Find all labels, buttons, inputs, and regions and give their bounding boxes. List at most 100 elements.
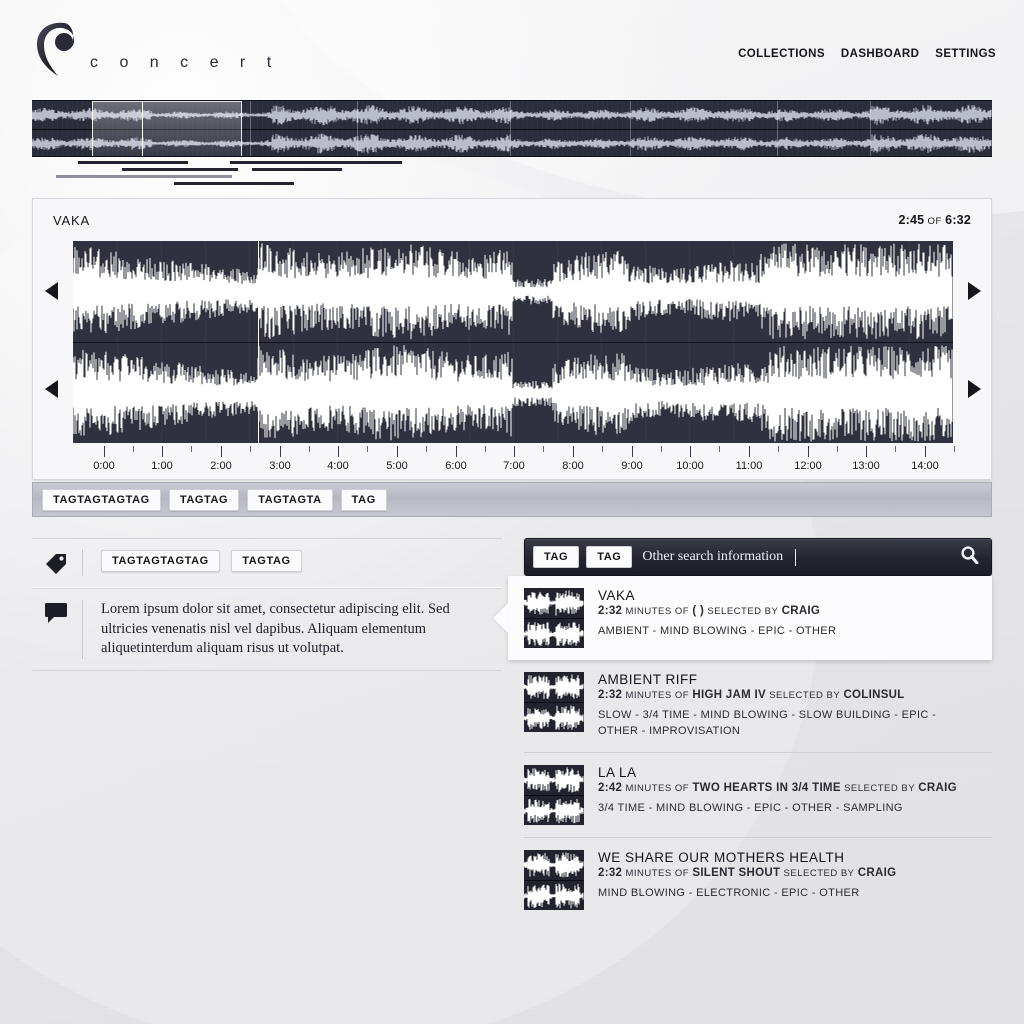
thumbnail-channel [524, 879, 584, 910]
result-title[interactable]: WE SHARE OUR MOTHERS HEALTH [598, 850, 978, 865]
thumbnail-channel [524, 794, 584, 825]
result-title[interactable]: LA LA [598, 765, 978, 780]
nav-collections[interactable]: COLLECTIONS [738, 48, 825, 60]
search-bar[interactable]: TAG TAG Other search information [524, 538, 992, 576]
bass-clef-icon [32, 18, 84, 80]
result-row[interactable]: WE SHARE OUR MOTHERS HEALTH 2:32 MINUTES … [524, 838, 992, 922]
result-tags: SLOW - 3/4 TIME - MIND BLOWING - SLOW BU… [598, 709, 937, 737]
tag-chip[interactable]: TAGTAGTA [247, 488, 333, 511]
prev-page-arrow-bottom[interactable] [45, 380, 58, 398]
result-tags: MIND BLOWING - ELECTRONIC - EPIC - OTHER [598, 886, 860, 899]
result-waveform-thumbnail[interactable] [524, 764, 584, 825]
ruler-tick-label: 9:00 [621, 460, 643, 472]
nav-settings[interactable]: SETTINGS [935, 48, 996, 60]
marker-bar[interactable] [252, 168, 342, 171]
result-body: WE SHARE OUR MOTHERS HEALTH 2:32 MINUTES … [598, 850, 978, 910]
playhead[interactable] [258, 241, 259, 444]
thumbnail-channel [524, 702, 584, 732]
search-input[interactable]: Other search information [642, 549, 783, 565]
result-title[interactable]: AMBIENT RIFF [598, 672, 978, 687]
next-page-arrow-bottom[interactable] [968, 380, 981, 398]
ruler-tick-major [104, 446, 105, 457]
result-selected-by-label: SELECTED BY [707, 606, 779, 617]
result-selected-by-label: SELECTED BY [844, 782, 916, 794]
tag-chip[interactable]: TAGTAGTAGTAG [42, 488, 161, 511]
result-meta: 2:42 MINUTES OF TWO HEARTS IN 3/4 TIME S… [598, 782, 978, 794]
marker-bar[interactable] [78, 161, 188, 164]
ruler-tick-label: 3:00 [269, 460, 291, 472]
result-user: CRAIG [918, 781, 957, 794]
tag-chip[interactable]: TAG [340, 488, 387, 511]
player-card: VAKA 2:45 OF 6:32 0:00 1:00 2:00 3:00 4:00 5:… [32, 198, 992, 480]
waveform-channel-bottom[interactable] [73, 342, 953, 443]
search-tag-chip[interactable]: TAG [586, 546, 633, 568]
next-page-arrow-top[interactable] [968, 282, 981, 300]
ruler-tick-label: 10:00 [676, 460, 704, 472]
overview-section-divider [870, 101, 871, 156]
result-user: CRAIG [781, 605, 821, 617]
result-selected-by-label: SELECTED BY [769, 690, 841, 701]
results-list: VAKA 2:32 MINUTES OF ( ) SELECTED BY CRAI… [493, 576, 992, 922]
tag-chip[interactable]: TAGTAG [231, 550, 302, 572]
text-caret [795, 548, 797, 566]
result-body: VAKA 2:32 MINUTES OF ( ) SELECTED BY CRAI… [598, 588, 978, 648]
marker-bar[interactable] [56, 175, 232, 178]
overview-waveform-strip[interactable] [32, 100, 992, 157]
result-row[interactable]: LA LA 2:42 MINUTES OF TWO HEARTS IN 3/4 T… [524, 753, 992, 838]
prev-page-arrow-top[interactable] [45, 282, 58, 300]
waveform-channel-top[interactable] [73, 241, 953, 342]
time-readout: 2:45 OF 6:32 [898, 213, 971, 227]
ruler-tick-minor [133, 446, 134, 452]
ruler-tick-label: 0:00 [93, 460, 115, 472]
ruler-tick-minor [895, 446, 896, 452]
of-label: OF [927, 216, 942, 227]
row-divider [82, 600, 83, 660]
logo-wordmark: c o n c e r t [90, 54, 280, 71]
detail-tags-row: TAGTAGTAGTAG TAGTAG [32, 538, 502, 588]
result-user: COLINSUL [843, 689, 905, 701]
timeline-ruler[interactable]: 0:00 1:00 2:00 3:00 4:00 5:00 6:00 7:00 8:00 9:00… [73, 446, 955, 480]
ruler-tick-major [162, 446, 163, 457]
ruler-tick-label: 14:00 [911, 460, 939, 472]
marker-bar[interactable] [122, 168, 238, 171]
search-tag-chip[interactable]: TAG [533, 546, 580, 568]
ruler-tick-major [456, 446, 457, 457]
waveform-rows[interactable] [73, 241, 953, 444]
overview-section-divider [777, 101, 778, 156]
thumbnail-channel [524, 672, 584, 702]
tag-chip[interactable]: TAGTAGTAGTAG [101, 550, 220, 572]
result-minutes-of-label: MINUTES OF [625, 690, 690, 701]
result-meta: 2:32 MINUTES OF HIGH JAM IV SELECTED BY … [598, 689, 978, 701]
result-waveform-thumbnail[interactable] [524, 849, 584, 910]
ruler-tick-minor [543, 446, 544, 452]
logo[interactable]: c o n c e r t [32, 18, 280, 80]
result-title[interactable]: VAKA [598, 588, 978, 603]
ruler-tick-label: 5:00 [386, 460, 408, 472]
ruler-tick-major [690, 446, 691, 457]
marker-bar[interactable] [230, 161, 402, 164]
result-body: LA LA 2:42 MINUTES OF TWO HEARTS IN 3/4 T… [598, 765, 978, 825]
search-icon[interactable] [960, 545, 979, 569]
thumbnail-channel [524, 618, 584, 648]
ruler-tick-label: 11:00 [735, 460, 763, 472]
ruler-tick-major [397, 446, 398, 457]
tag-chip[interactable]: TAGTAG [168, 488, 240, 511]
ruler-tick-major [632, 446, 633, 457]
detail-comment-row: Lorem ipsum dolor sit amet, consectetur … [32, 588, 502, 672]
total-time: 6:32 [945, 213, 971, 227]
result-duration: 2:32 [598, 605, 623, 617]
result-waveform-thumbnail[interactable] [524, 588, 584, 648]
result-album: TWO HEARTS IN 3/4 TIME [692, 781, 841, 794]
marker-bar[interactable] [174, 182, 294, 185]
ruler-tick-minor [778, 446, 779, 452]
ruler-tick-label: 7:00 [503, 460, 525, 472]
main-navigation: COLLECTIONS DASHBOARD SETTINGS [738, 48, 996, 60]
ruler-tick-minor [367, 446, 368, 452]
result-album: SILENT SHOUT [692, 866, 781, 879]
result-waveform-thumbnail[interactable] [524, 672, 584, 732]
nav-dashboard[interactable]: DASHBOARD [841, 48, 919, 60]
result-row[interactable]: VAKA 2:32 MINUTES OF ( ) SELECTED BY CRAI… [493, 576, 992, 660]
overview-selection-window[interactable] [92, 101, 242, 156]
player-header: VAKA 2:45 OF 6:32 [33, 199, 991, 241]
result-row[interactable]: AMBIENT RIFF 2:32 MINUTES OF HIGH JAM IV … [524, 660, 992, 753]
